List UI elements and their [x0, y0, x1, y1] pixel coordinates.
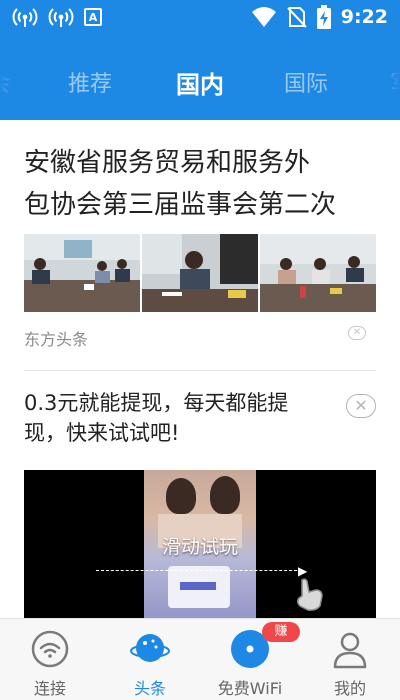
nav-free-wifi-label: 免费WiFi — [217, 679, 283, 698]
status-bar: A 9:22 — [0, 0, 400, 36]
swipe-to-play-label: 滑动试玩 — [161, 536, 238, 558]
tab-domestic[interactable]: 国内 — [176, 65, 224, 100]
swipe-track — [96, 570, 302, 571]
a-notification-icon: A — [84, 8, 102, 26]
status-right-icons: 9:22 — [251, 5, 388, 29]
article-thumbnail[interactable] — [260, 234, 376, 312]
battery-charging-icon — [316, 5, 331, 29]
article-title-line: 安徽省服务贸易和服务外 — [24, 148, 311, 178]
dismiss-ad-button[interactable]: ✕ — [346, 394, 376, 418]
status-left-icons: A — [12, 6, 102, 28]
connect-icon — [31, 630, 69, 668]
tabs-fade-right — [378, 36, 400, 120]
person-figure — [166, 478, 196, 514]
nav-profile-label: 我的 — [333, 679, 366, 698]
feed-divider — [24, 370, 376, 371]
news-feed[interactable]: 安徽省服务贸易和服务外 包协会第三届监事会第二次 东方头条 ✕ 0.3元就能提现… — [0, 120, 400, 618]
article-title[interactable]: 安徽省服务贸易和服务外 包协会第三届监事会第二次 — [24, 142, 354, 228]
tab-international[interactable]: 国际 — [284, 66, 328, 98]
tab-recommended[interactable]: 推荐 — [68, 66, 112, 98]
wifi-icon — [251, 7, 276, 27]
no-sim-icon — [287, 7, 307, 28]
ad-title[interactable]: 0.3元就能提现，每天都能提现，快来试试吧! — [24, 388, 324, 448]
close-icon: ✕ — [352, 327, 362, 338]
ad-video[interactable]: 滑动试玩 ▶ — [24, 470, 376, 618]
earn-badge: 赚 — [262, 622, 300, 642]
wifi-call-icon — [48, 8, 74, 27]
hand-pointer-icon — [296, 578, 323, 611]
nav-connect-label: 连接 — [33, 679, 66, 698]
ad-video-card-button — [180, 582, 216, 590]
nav-connect[interactable]: 连接 — [0, 619, 100, 700]
nav-profile[interactable]: 我的 — [300, 619, 400, 700]
nav-headlines[interactable]: 头条 — [100, 619, 200, 700]
wifi-call-icon — [12, 8, 38, 27]
article-thumbnails[interactable] — [24, 234, 376, 312]
clock: 9:22 — [340, 6, 388, 28]
user-icon — [333, 632, 367, 669]
article-thumbnail[interactable] — [142, 234, 258, 312]
article-thumbnail[interactable] — [24, 234, 140, 312]
dismiss-article-button[interactable]: ✕ — [348, 326, 366, 340]
article-source: 东方头条 — [24, 330, 89, 349]
article-title-line: 包协会第三届监事会第二次 — [24, 190, 337, 220]
close-icon: ✕ — [354, 396, 368, 415]
channel-tabs: 会 推荐 国内 国际 军 — [0, 36, 400, 120]
tabs-fade-left — [0, 36, 22, 120]
bottom-navigation: 连接 头条 免费WiFi 我的 — [0, 618, 400, 700]
nav-headlines-label: 头条 — [133, 679, 166, 698]
person-figure — [210, 476, 240, 514]
planet-icon — [130, 634, 170, 662]
